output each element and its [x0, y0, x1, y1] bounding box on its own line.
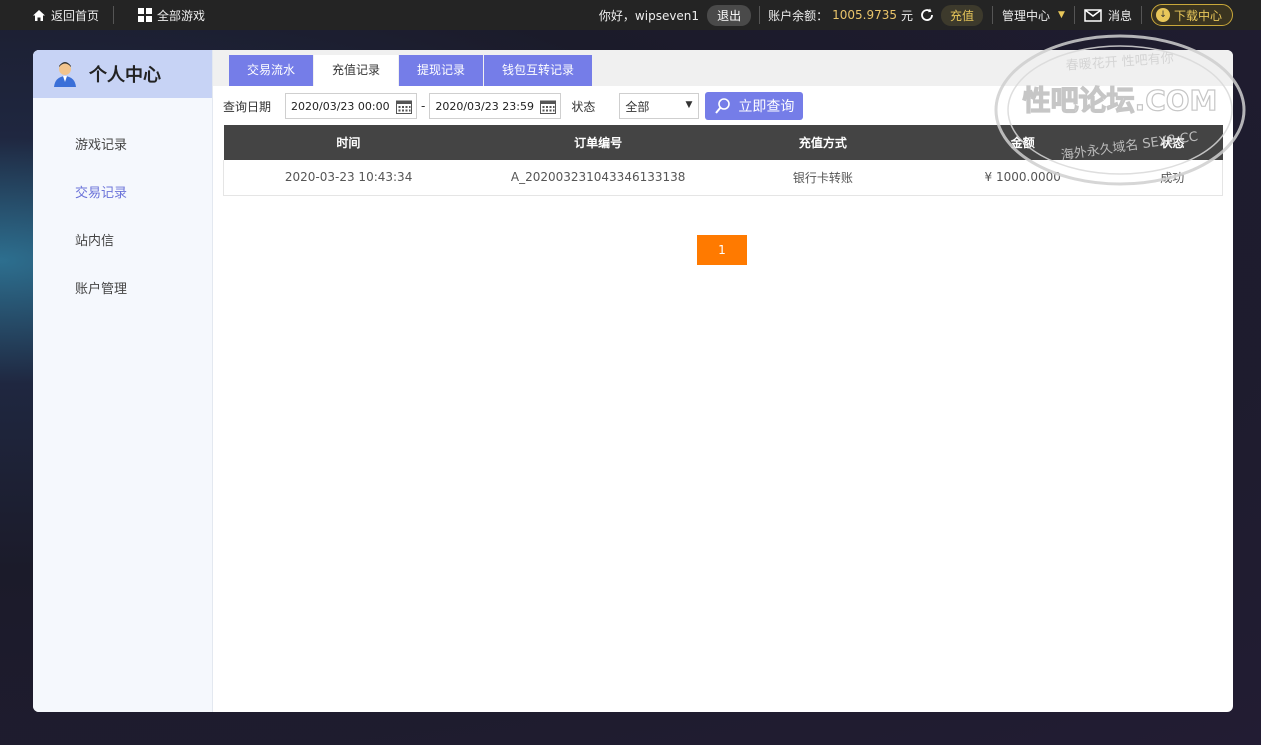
recharge-button[interactable]: 充值 — [941, 4, 984, 26]
tab-withdraw-records[interactable]: 提现记录 — [399, 55, 483, 86]
grid-icon — [138, 8, 153, 22]
recharge-records-table: 时间 订单编号 充值方式 金额 状态 2020-03-23 10:43:34 A… — [223, 125, 1223, 196]
column-header-status: 状态 — [1122, 125, 1223, 160]
tab-wallet-transfer-records[interactable]: 钱包互转记录 — [484, 55, 592, 86]
divider — [113, 6, 115, 24]
cell-status: 成功 — [1122, 160, 1223, 196]
end-date-value: 2020/03/23 23:59 — [435, 99, 534, 113]
sidebar: 个人中心 游戏记录 交易记录 站内信 账户管理 — [33, 50, 213, 712]
user-avatar-icon — [54, 62, 76, 87]
logout-button[interactable]: 退出 — [707, 4, 752, 26]
date-separator: - — [421, 99, 426, 113]
mail-icon[interactable] — [1084, 8, 1102, 22]
end-date-input[interactable]: 2020/03/23 23:59 — [429, 93, 562, 119]
home-label: 返回首页 — [51, 8, 100, 23]
query-button[interactable]: 立即查询 — [705, 92, 804, 120]
balance-label: 账户余额： — [768, 8, 829, 23]
table-header-row: 时间 订单编号 充值方式 金额 状态 — [223, 125, 1223, 160]
start-date-value: 2020/03/23 00:00 — [291, 99, 390, 113]
query-filter-bar: 查询日期 2020/03/23 00:00 - 2020/03/23 23:59 — [223, 92, 804, 120]
home-link[interactable]: 返回首页 — [32, 0, 99, 30]
search-icon — [715, 98, 731, 114]
sidebar-item-game-records[interactable]: 游戏记录 — [33, 122, 212, 170]
refresh-icon[interactable] — [919, 7, 935, 23]
dropdown-arrow-icon: ▼ — [685, 100, 693, 110]
query-button-label: 立即查询 — [738, 99, 795, 115]
main-content: 交易流水 充值记录 提现记录 钱包互转记录 查询日期 2020/03/23 00… — [213, 50, 1233, 712]
sidebar-header: 个人中心 — [33, 50, 212, 98]
chevron-down-icon[interactable]: ▼ — [1058, 10, 1065, 20]
top-bar: 返回首页 全部游戏 你好，wipseven1 退出 账户余额： 1005.973… — [0, 0, 1261, 30]
divider — [759, 6, 761, 24]
date-label: 查询日期 — [223, 99, 272, 114]
all-games-link[interactable]: 全部游戏 — [138, 0, 205, 30]
cell-time: 2020-03-23 10:43:34 — [223, 160, 474, 196]
personal-center-panel: 个人中心 游戏记录 交易记录 站内信 账户管理 交易流水 充值记录 提现记录 钱… — [33, 50, 1233, 712]
manage-center-menu[interactable]: 管理中心 — [1002, 7, 1050, 24]
column-header-method: 充值方式 — [723, 125, 923, 160]
cell-method: 银行卡转账 — [723, 160, 923, 196]
calendar-icon[interactable] — [396, 99, 413, 114]
sidebar-item-inbox[interactable]: 站内信 — [33, 218, 212, 266]
all-games-label: 全部游戏 — [157, 8, 206, 23]
cell-order-id: A_202003231043346133138 — [473, 160, 724, 196]
divider — [1073, 6, 1075, 24]
cell-amount: ¥ 1000.0000 — [922, 160, 1123, 196]
column-header-time: 时间 — [223, 125, 474, 160]
download-label: 下载中心 — [1173, 8, 1222, 23]
messages-link[interactable]: 消息 — [1108, 7, 1132, 24]
start-date-input[interactable]: 2020/03/23 00:00 — [285, 93, 418, 119]
divider — [1140, 6, 1142, 24]
divider — [992, 6, 994, 24]
balance-unit: 元 — [901, 8, 914, 23]
pagination-page-1[interactable]: 1 — [697, 235, 747, 265]
status-select-value: 全部 — [625, 99, 650, 114]
tab-recharge-records[interactable]: 充值记录 — [314, 55, 398, 86]
status-select[interactable]: 全部 ▼ — [619, 93, 700, 119]
download-icon: ↓ — [1155, 8, 1170, 22]
tab-bar: 交易流水 充值记录 提现记录 钱包互转记录 — [213, 50, 1233, 86]
sidebar-item-transaction-records[interactable]: 交易记录 — [33, 170, 212, 218]
balance-value: 1005.9735 — [832, 8, 897, 22]
status-label: 状态 — [571, 99, 596, 114]
greeting: 你好，wipseven1 — [598, 8, 700, 23]
column-header-order-id: 订单编号 — [473, 125, 724, 160]
sidebar-title: 个人中心 — [89, 65, 161, 86]
calendar-icon[interactable] — [540, 99, 557, 114]
sidebar-item-account-management[interactable]: 账户管理 — [33, 266, 212, 314]
tab-transaction-flow[interactable]: 交易流水 — [229, 55, 313, 86]
download-center-button[interactable]: ↓ 下载中心 — [1150, 4, 1233, 26]
column-header-amount: 金额 — [922, 125, 1123, 160]
table-row: 2020-03-23 10:43:34 A_202003231043346133… — [223, 160, 1223, 196]
home-icon — [33, 9, 45, 21]
